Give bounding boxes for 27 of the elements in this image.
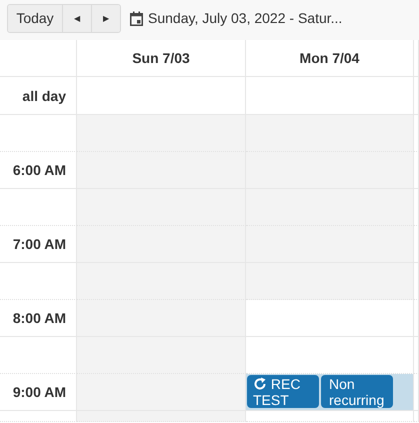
time-slot[interactable] (246, 115, 414, 152)
recurring-icon (253, 377, 267, 391)
date-range[interactable]: Sunday, July 03, 2022 - Satur... (148, 10, 342, 26)
all-day-label: all day (0, 77, 77, 115)
time-slot[interactable] (77, 226, 246, 263)
event[interactable]: Non recurring (321, 375, 393, 408)
event[interactable]: REC TEST (247, 375, 319, 408)
time-slot[interactable] (246, 226, 414, 263)
time-slot[interactable] (77, 263, 246, 300)
time-slot[interactable] (246, 263, 414, 300)
time-slot[interactable]: REC TEST Non recurring (246, 374, 414, 411)
time-slot[interactable] (246, 189, 414, 226)
time-slot[interactable] (77, 411, 246, 422)
time-slot[interactable] (77, 300, 246, 337)
time-slot[interactable] (246, 152, 414, 189)
time-slot[interactable] (77, 374, 246, 411)
time-slot[interactable] (77, 337, 246, 374)
time-slot[interactable] (246, 337, 414, 374)
calendar-icon (130, 10, 143, 26)
time-slot[interactable] (77, 152, 246, 189)
next-button[interactable]: ▶ (91, 4, 120, 32)
time-slot[interactable] (246, 411, 414, 422)
day-header: Sun 7/03 (77, 40, 246, 77)
time-slot[interactable] (246, 300, 414, 337)
day-header: Mon 7/04 (246, 40, 414, 77)
time-slot[interactable] (77, 189, 246, 226)
time-slot[interactable] (77, 115, 246, 152)
